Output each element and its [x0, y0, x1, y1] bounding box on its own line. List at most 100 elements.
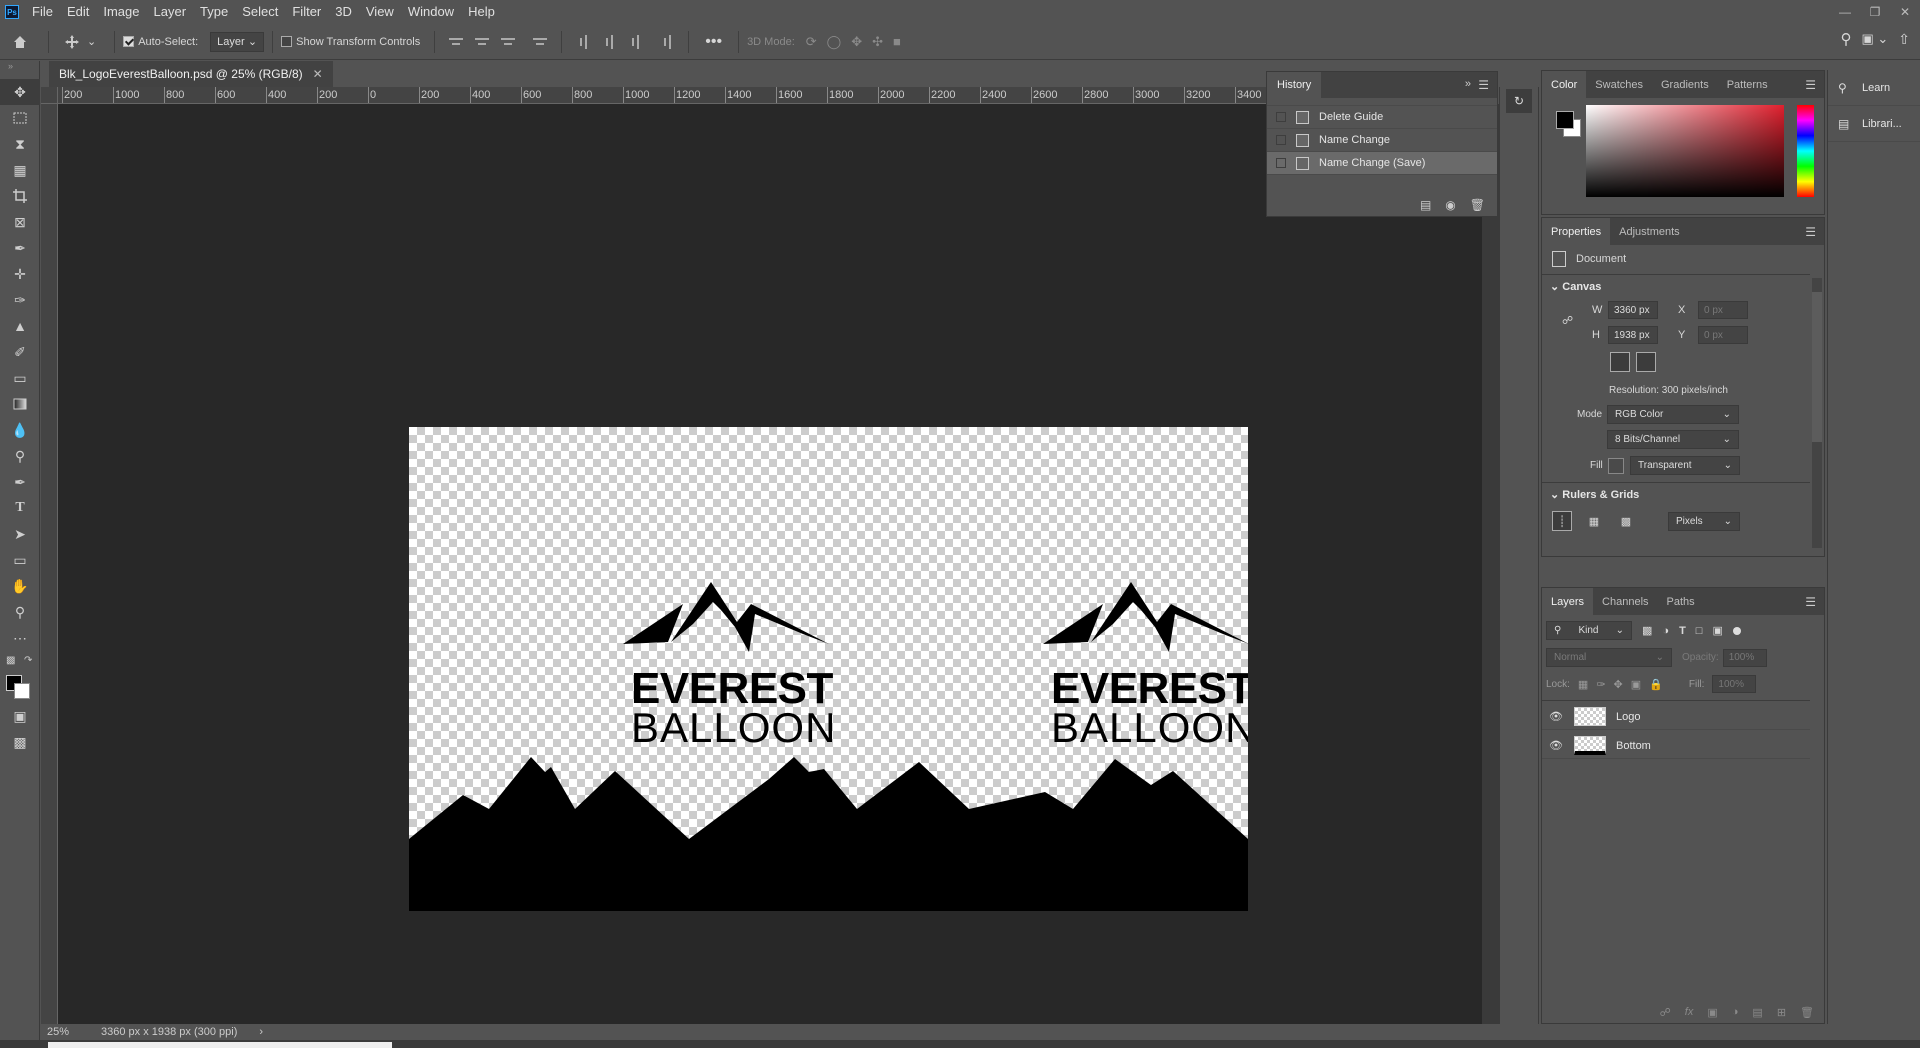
slide-3d-icon[interactable]: ✣: [872, 34, 883, 50]
background-color-swatch[interactable]: [14, 683, 30, 699]
type-layer-filter-icon[interactable]: T: [1679, 625, 1686, 637]
history-brush-tool-icon[interactable]: ✐: [0, 339, 40, 365]
menu-view[interactable]: View: [359, 0, 401, 24]
panel-menu-icon[interactable]: ☰: [1805, 595, 1816, 609]
gradient-tool-icon[interactable]: [0, 391, 40, 417]
adjustment-layer-filter-icon[interactable]: ◑: [1662, 625, 1669, 637]
blur-tool-icon[interactable]: 💧: [0, 417, 40, 443]
path-selection-tool-icon[interactable]: ➤: [0, 521, 40, 547]
eye-visibility-icon[interactable]: 👁: [1547, 739, 1565, 752]
zoom-level[interactable]: 25%: [47, 1026, 91, 1038]
dodge-tool-icon[interactable]: ⚲: [0, 443, 40, 469]
edit-toolbar-icon[interactable]: ⋯: [0, 625, 40, 651]
libraries-panel-button[interactable]: ▤ Librari...: [1828, 106, 1920, 142]
brush-tool-icon[interactable]: ✑: [0, 287, 40, 313]
history-snapshot-checkbox[interactable]: [1276, 135, 1286, 145]
vertical-ruler[interactable]: [41, 104, 58, 1024]
new-adjustment-layer-icon[interactable]: ◑: [1732, 1006, 1739, 1018]
object-selection-tool-icon[interactable]: ▦: [0, 157, 40, 183]
history-panel-icon[interactable]: ↻: [1506, 89, 1532, 113]
smart-object-filter-icon[interactable]: ▣: [1712, 624, 1722, 637]
menu-3d[interactable]: 3D: [328, 0, 359, 24]
rulers-grids-section-header[interactable]: ⌄ Rulers & Grids: [1550, 488, 1639, 501]
menu-filter[interactable]: Filter: [285, 0, 328, 24]
horizontal-ruler[interactable]: 200 1000 800 600 400 200 0 200 400 600 800 1000 1200…: [58, 87, 1270, 104]
foreground-color-swatch[interactable]: [1556, 111, 1574, 129]
menu-select[interactable]: Select: [235, 0, 285, 24]
canvas-section-header[interactable]: ⌄ Canvas: [1550, 280, 1601, 293]
type-tool-icon[interactable]: T: [0, 495, 40, 521]
chevron-down-icon[interactable]: ⌄: [87, 35, 96, 48]
trash-icon[interactable]: 🗑: [1470, 198, 1485, 212]
swap-colors-icon[interactable]: ↷: [24, 655, 32, 666]
tab-channels[interactable]: Channels: [1593, 588, 1657, 615]
history-snapshot-checkbox[interactable]: [1276, 158, 1286, 168]
align-right-icon[interactable]: [501, 35, 516, 49]
history-snapshot-checkbox[interactable]: [1276, 112, 1286, 122]
properties-scrollbar[interactable]: [1812, 278, 1822, 548]
ruler-toggle-icon[interactable]: ┊: [1552, 511, 1572, 531]
portrait-orientation-icon[interactable]: [1610, 352, 1630, 372]
eye-visibility-icon[interactable]: 👁: [1547, 710, 1565, 723]
home-icon[interactable]: [0, 30, 40, 54]
link-dimensions-icon[interactable]: ☍: [1562, 314, 1573, 327]
new-layer-icon[interactable]: ⊞: [1777, 1006, 1786, 1019]
hand-tool-icon[interactable]: ✋: [0, 573, 40, 599]
align-horizontal-center-icon[interactable]: [475, 35, 490, 49]
width-input[interactable]: 3360 px: [1608, 301, 1658, 319]
blend-mode-dropdown[interactable]: Normal ⌄: [1546, 648, 1672, 667]
new-document-from-state-icon[interactable]: ▤: [1420, 198, 1431, 212]
orbit-3d-icon[interactable]: ⟳: [806, 34, 817, 50]
panel-menu-icon[interactable]: ☰: [1805, 225, 1816, 239]
clone-stamp-tool-icon[interactable]: ▲: [0, 313, 40, 339]
height-input[interactable]: 1938 px: [1608, 326, 1658, 344]
color-picker-field[interactable]: [1586, 105, 1784, 197]
add-mask-icon[interactable]: ▣: [1707, 1006, 1717, 1019]
restore-icon[interactable]: ❐: [1860, 0, 1890, 24]
fill-opacity-input[interactable]: 100%: [1712, 675, 1757, 693]
pixel-layer-filter-icon[interactable]: ▩: [1642, 624, 1652, 637]
ruler-origin[interactable]: [41, 87, 58, 104]
align-left-icon[interactable]: [449, 35, 464, 49]
tab-swatches[interactable]: Swatches: [1586, 71, 1652, 98]
layer-kind-filter-dropdown[interactable]: ⚲ Kind ⌄: [1546, 621, 1632, 640]
distribute-horizontal-icon[interactable]: [533, 35, 548, 49]
workspace-switcher-icon[interactable]: ▣ ⌄: [1861, 31, 1888, 47]
lock-artboard-icon[interactable]: ▣: [1631, 678, 1641, 691]
tab-gradients[interactable]: Gradients: [1652, 71, 1718, 98]
camera-snapshot-icon[interactable]: ◉: [1445, 198, 1455, 212]
bit-depth-dropdown[interactable]: 8 Bits/Channel ⌄: [1607, 430, 1739, 449]
tab-layers[interactable]: Layers: [1542, 588, 1594, 615]
frame-tool-icon[interactable]: ⊠: [0, 209, 40, 235]
properties-scroll-thumb[interactable]: [1812, 292, 1822, 442]
menu-help[interactable]: Help: [461, 0, 502, 24]
quick-mask-icon[interactable]: ▣: [0, 703, 40, 729]
tab-adjustments[interactable]: Adjustments: [1610, 218, 1689, 245]
pen-tool-icon[interactable]: ✒: [0, 469, 40, 495]
align-top-icon[interactable]: [576, 35, 590, 49]
layer-row-bottom[interactable]: 👁 Bottom: [1542, 733, 1810, 759]
more-options-icon[interactable]: •••: [705, 33, 722, 51]
default-colors-icon[interactable]: ▩: [6, 655, 15, 666]
canvas-vertical-scrollbar[interactable]: [1482, 104, 1499, 1024]
layer-name[interactable]: Bottom: [1616, 740, 1651, 752]
align-bottom-icon[interactable]: [628, 35, 642, 49]
grid-toggle-icon[interactable]: ▦: [1584, 511, 1604, 531]
distribute-vertical-icon[interactable]: [660, 35, 674, 49]
align-vertical-center-icon[interactable]: [602, 35, 616, 49]
link-layers-icon[interactable]: ☍: [1660, 1006, 1671, 1019]
color-mode-dropdown[interactable]: RGB Color ⌄: [1607, 405, 1739, 424]
roll-3d-icon[interactable]: ◯: [827, 34, 842, 50]
share-icon[interactable]: ⇧: [1898, 31, 1910, 48]
pan-3d-icon[interactable]: ✥: [851, 34, 862, 50]
scale-3d-icon[interactable]: ■: [893, 34, 901, 49]
tab-properties[interactable]: Properties: [1542, 218, 1611, 245]
panel-menu-icon[interactable]: ☰: [1805, 78, 1816, 92]
lock-all-icon[interactable]: 🔒: [1649, 678, 1663, 691]
collapse-tools-icon[interactable]: »: [0, 61, 39, 79]
close-window-icon[interactable]: ✕: [1890, 0, 1920, 24]
delete-layer-trash-icon[interactable]: 🗑: [1800, 1006, 1814, 1019]
lasso-tool-icon[interactable]: ⧗: [0, 131, 40, 157]
eraser-tool-icon[interactable]: ▭: [0, 365, 40, 391]
new-group-folder-icon[interactable]: ▤: [1752, 1006, 1762, 1019]
